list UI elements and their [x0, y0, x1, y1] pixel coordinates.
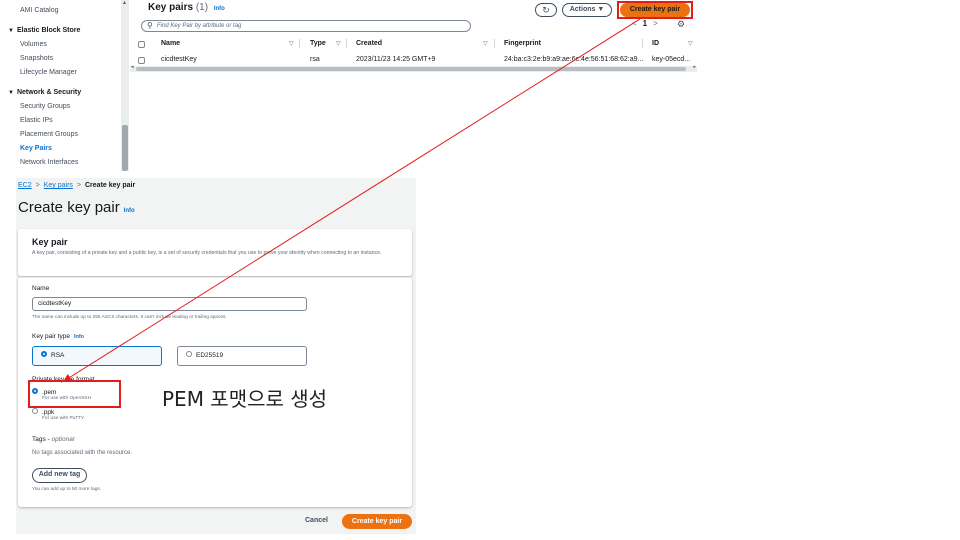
- column-header-created[interactable]: Created: [356, 40, 382, 47]
- tags-limit-text: You can add up to 50 more tags.: [32, 487, 102, 492]
- format-option-ppk[interactable]: .ppk For use with PuTTY: [32, 408, 85, 421]
- key-pairs-list-screenshot: AMI Catalog ▼ Elastic Block Store Volumes…: [0, 0, 697, 171]
- sidebar-section-network-security[interactable]: ▼ Network & Security: [8, 89, 81, 96]
- tags-empty-text: No tags associated with the resource.: [32, 450, 133, 456]
- key-pair-type-label: Key pair type Info: [32, 333, 84, 340]
- scroll-up-icon[interactable]: ▲: [122, 0, 127, 6]
- row-checkbox[interactable]: [138, 57, 145, 64]
- key-pair-type-label-text: Key pair type: [32, 333, 70, 340]
- table-horizontal-scrollbar[interactable]: ◂ ▸: [130, 64, 697, 72]
- tags-label-text: Tags -: [32, 436, 52, 443]
- next-page-icon[interactable]: >: [653, 19, 658, 28]
- column-header-id[interactable]: ID: [652, 40, 659, 47]
- actions-button[interactable]: Actions ▼: [562, 3, 612, 17]
- prev-page-icon[interactable]: <: [632, 19, 637, 28]
- current-page[interactable]: 1: [643, 19, 647, 28]
- key-type-option-ed25519[interactable]: ED25519: [177, 346, 307, 366]
- key-pair-count: (1): [195, 2, 209, 13]
- select-all-checkbox[interactable]: [138, 41, 145, 48]
- name-input[interactable]: cicdtestKey: [32, 297, 307, 311]
- sidebar-item-ami-catalog[interactable]: AMI Catalog: [20, 7, 59, 14]
- sidebar-item-volumes[interactable]: Volumes: [20, 41, 47, 48]
- sidebar-section-ebs[interactable]: ▼ Elastic Block Store: [8, 27, 80, 34]
- highlight-box-pem: [28, 380, 121, 408]
- info-link[interactable]: Info: [74, 334, 84, 340]
- name-hint: The name can include up to 255 ASCII cha…: [32, 315, 227, 320]
- breadcrumb-key-pairs[interactable]: Key pairs: [44, 182, 73, 189]
- scrollbar-thumb[interactable]: [122, 125, 128, 171]
- scrollbar-thumb[interactable]: [136, 67, 686, 71]
- pagination: <1 >: [632, 19, 658, 28]
- cell-fingerprint: 24:ba:c3:2e:b9:a9:ae:6c:4e:56:51:68:62:a…: [504, 56, 644, 63]
- section-title: Key pair: [32, 237, 68, 247]
- sidebar-item-key-pairs[interactable]: Key Pairs: [20, 145, 52, 152]
- breadcrumb: EC2 > Key pairs > Create key pair: [18, 182, 135, 189]
- breadcrumb-ec2[interactable]: EC2: [18, 182, 32, 189]
- sidebar: AMI Catalog ▼ Elastic Block Store Volumes…: [0, 0, 121, 171]
- column-header-fingerprint[interactable]: Fingerprint: [504, 40, 541, 47]
- cell-type: rsa: [310, 56, 320, 63]
- sort-icon[interactable]: ▽: [289, 40, 294, 47]
- caret-down-icon: ▼: [8, 90, 14, 96]
- sidebar-item-security-groups[interactable]: Security Groups: [20, 103, 70, 110]
- column-divider[interactable]: [494, 39, 495, 48]
- cell-name[interactable]: cicdtestKey: [161, 56, 197, 63]
- form-title: Create key pair Info: [18, 199, 135, 216]
- radio-selected-icon: [41, 351, 47, 358]
- cell-id[interactable]: key-05ecd...: [652, 56, 690, 63]
- gear-icon[interactable]: ⚙: [677, 19, 685, 30]
- caret-down-icon: ▼: [8, 28, 14, 34]
- chevron-right-icon: >: [76, 182, 81, 189]
- cancel-button[interactable]: Cancel: [305, 517, 328, 524]
- search-icon: ⚲: [147, 21, 153, 30]
- sidebar-item-snapshots[interactable]: Snapshots: [20, 55, 53, 62]
- scroll-left-icon[interactable]: ◂: [131, 64, 134, 70]
- create-key-pair-screenshot: EC2 > Key pairs > Create key pair Create key…: [16, 178, 416, 534]
- option-label: .ppk: [42, 409, 55, 416]
- sort-icon[interactable]: ▽: [483, 40, 488, 47]
- name-label: Name: [32, 285, 50, 292]
- sort-icon[interactable]: ▽: [336, 40, 341, 47]
- highlight-box-create-button: [617, 1, 693, 19]
- sidebar-item-placement-groups[interactable]: Placement Groups: [20, 131, 78, 138]
- sidebar-scrollbar[interactable]: ▲: [121, 0, 129, 171]
- sort-icon[interactable]: ▽: [688, 40, 693, 47]
- key-type-option-rsa[interactable]: RSA: [32, 346, 162, 366]
- info-link[interactable]: Info: [214, 6, 225, 12]
- form-title-text: Create key pair: [18, 199, 120, 216]
- tags-label: Tags - optional: [32, 436, 74, 443]
- sidebar-item-network-interfaces[interactable]: Network Interfaces: [20, 159, 78, 166]
- refresh-icon: ↻: [542, 5, 550, 15]
- column-header-type[interactable]: Type: [310, 40, 326, 47]
- option-label: ED25519: [196, 352, 224, 359]
- optional-text: optional: [51, 436, 75, 443]
- add-new-tag-button[interactable]: Add new tag: [32, 468, 87, 483]
- column-divider[interactable]: [642, 39, 643, 48]
- column-divider[interactable]: [299, 39, 300, 48]
- sidebar-item-elastic-ips[interactable]: Elastic IPs: [20, 117, 53, 124]
- option-description: For use with PuTTY: [42, 416, 85, 421]
- refresh-button[interactable]: ↻: [535, 3, 557, 17]
- search-input[interactable]: ⚲ Find Key Pair by attribute or tag: [141, 20, 471, 32]
- option-label: RSA: [51, 352, 65, 359]
- title-text: Key pairs: [148, 2, 194, 13]
- column-divider[interactable]: [346, 39, 347, 48]
- page-title: Key pairs (1) Info: [148, 2, 225, 13]
- column-header-name[interactable]: Name: [161, 40, 180, 47]
- sidebar-item-lifecycle-manager[interactable]: Lifecycle Manager: [20, 69, 77, 76]
- key-pair-section-header: Key pair A key pair, consisting of a pri…: [18, 229, 412, 276]
- annotation-text: PEM 포맷으로 생성: [162, 387, 328, 411]
- radio-unselected-icon: [186, 351, 192, 358]
- cell-created: 2023/11/23 14:25 GMT+9: [356, 56, 436, 63]
- radio-unselected-icon: [32, 408, 38, 415]
- search-placeholder: Find Key Pair by attribute or tag: [157, 23, 242, 29]
- breadcrumb-current: Create key pair: [85, 182, 136, 189]
- info-link[interactable]: Info: [124, 208, 135, 214]
- section-description: A key pair, consisting of a private key …: [32, 250, 382, 256]
- scroll-right-icon[interactable]: ▸: [693, 64, 696, 70]
- create-key-pair-submit-button[interactable]: Create key pair: [342, 514, 412, 529]
- chevron-right-icon: >: [35, 182, 40, 189]
